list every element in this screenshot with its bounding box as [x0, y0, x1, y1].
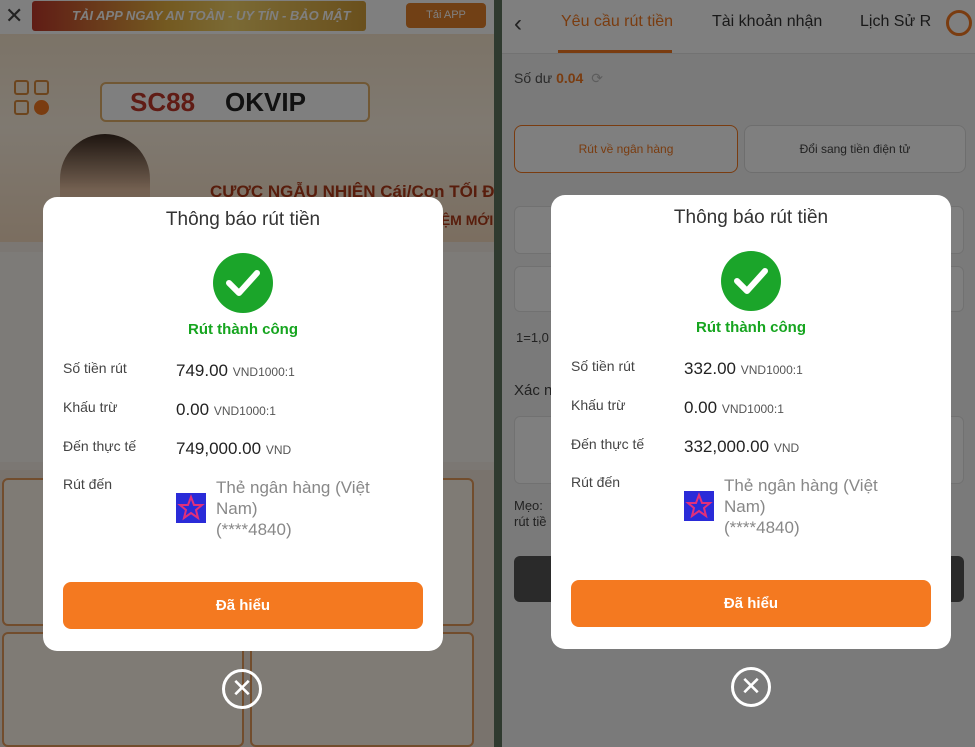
- actual-value: 749,000.00 VND: [176, 439, 291, 459]
- deduct-unit: VND1000:1: [721, 402, 784, 416]
- modal-title: Thông báo rút tiền: [673, 207, 829, 228]
- actual-unit: VND: [773, 441, 800, 455]
- deduct-value: 0.00 VND1000:1: [684, 398, 784, 418]
- modal-title: Thông báo rút tiền: [165, 209, 321, 230]
- deduct-value: 0.00 VND1000:1: [176, 400, 276, 420]
- amount-number: 332.00: [684, 359, 736, 378]
- withdraw-notice-modal-right: Thông báo rút tiền Rút thành công Số tiề…: [551, 195, 951, 649]
- actual-unit: VND: [265, 443, 292, 457]
- destination-label: Rút đến: [571, 474, 621, 490]
- withdraw-notice-modal-left: Thông báo rút tiền Rút thành công Số tiề…: [43, 197, 443, 651]
- screen-divider: [494, 0, 502, 747]
- amount-number: 749.00: [176, 361, 228, 380]
- success-check-icon: [213, 253, 273, 313]
- bank-name: Thẻ ngân hàng (Việt Nam): [724, 476, 878, 516]
- got-it-button[interactable]: Đã hiểu: [63, 582, 423, 629]
- bank-details: Thẻ ngân hàng (Việt Nam) (****4840): [724, 475, 914, 538]
- actual-number: 332,000.00: [684, 437, 770, 456]
- deduct-label: Khấu trừ: [63, 399, 118, 415]
- success-status: Rút thành công: [696, 319, 806, 336]
- deduct-unit: VND1000:1: [213, 404, 276, 418]
- actual-value: 332,000.00 VND: [684, 437, 799, 457]
- bank-account: (****4840): [724, 518, 800, 537]
- amount-unit: VND1000:1: [740, 363, 803, 377]
- close-icon: ✕: [231, 673, 253, 703]
- actual-label: Đến thực tế: [63, 438, 137, 454]
- actual-number: 749,000.00: [176, 439, 262, 458]
- destination-label: Rút đến: [63, 476, 113, 492]
- amount-label: Số tiền rút: [63, 360, 127, 376]
- amount-label: Số tiền rút: [571, 358, 635, 374]
- deduct-number: 0.00: [176, 400, 210, 419]
- bank-star-icon: [684, 491, 714, 521]
- bank-details: Thẻ ngân hàng (Việt Nam) (****4840): [216, 477, 406, 540]
- bank-star-icon: [176, 493, 206, 523]
- got-it-button[interactable]: Đã hiểu: [571, 580, 931, 627]
- deduct-number: 0.00: [684, 398, 718, 417]
- amount-value: 332.00 VND1000:1: [684, 359, 803, 379]
- actual-label: Đến thực tế: [571, 436, 645, 452]
- success-check-icon: [721, 251, 781, 311]
- close-modal-button[interactable]: ✕: [731, 667, 771, 707]
- bank-name: Thẻ ngân hàng (Việt Nam): [216, 478, 370, 518]
- amount-value: 749.00 VND1000:1: [176, 361, 295, 381]
- deduct-label: Khấu trừ: [571, 397, 626, 413]
- bank-account: (****4840): [216, 520, 292, 539]
- close-icon: ✕: [740, 671, 762, 701]
- close-modal-button[interactable]: ✕: [222, 669, 262, 709]
- amount-unit: VND1000:1: [232, 365, 295, 379]
- success-status: Rút thành công: [188, 321, 298, 338]
